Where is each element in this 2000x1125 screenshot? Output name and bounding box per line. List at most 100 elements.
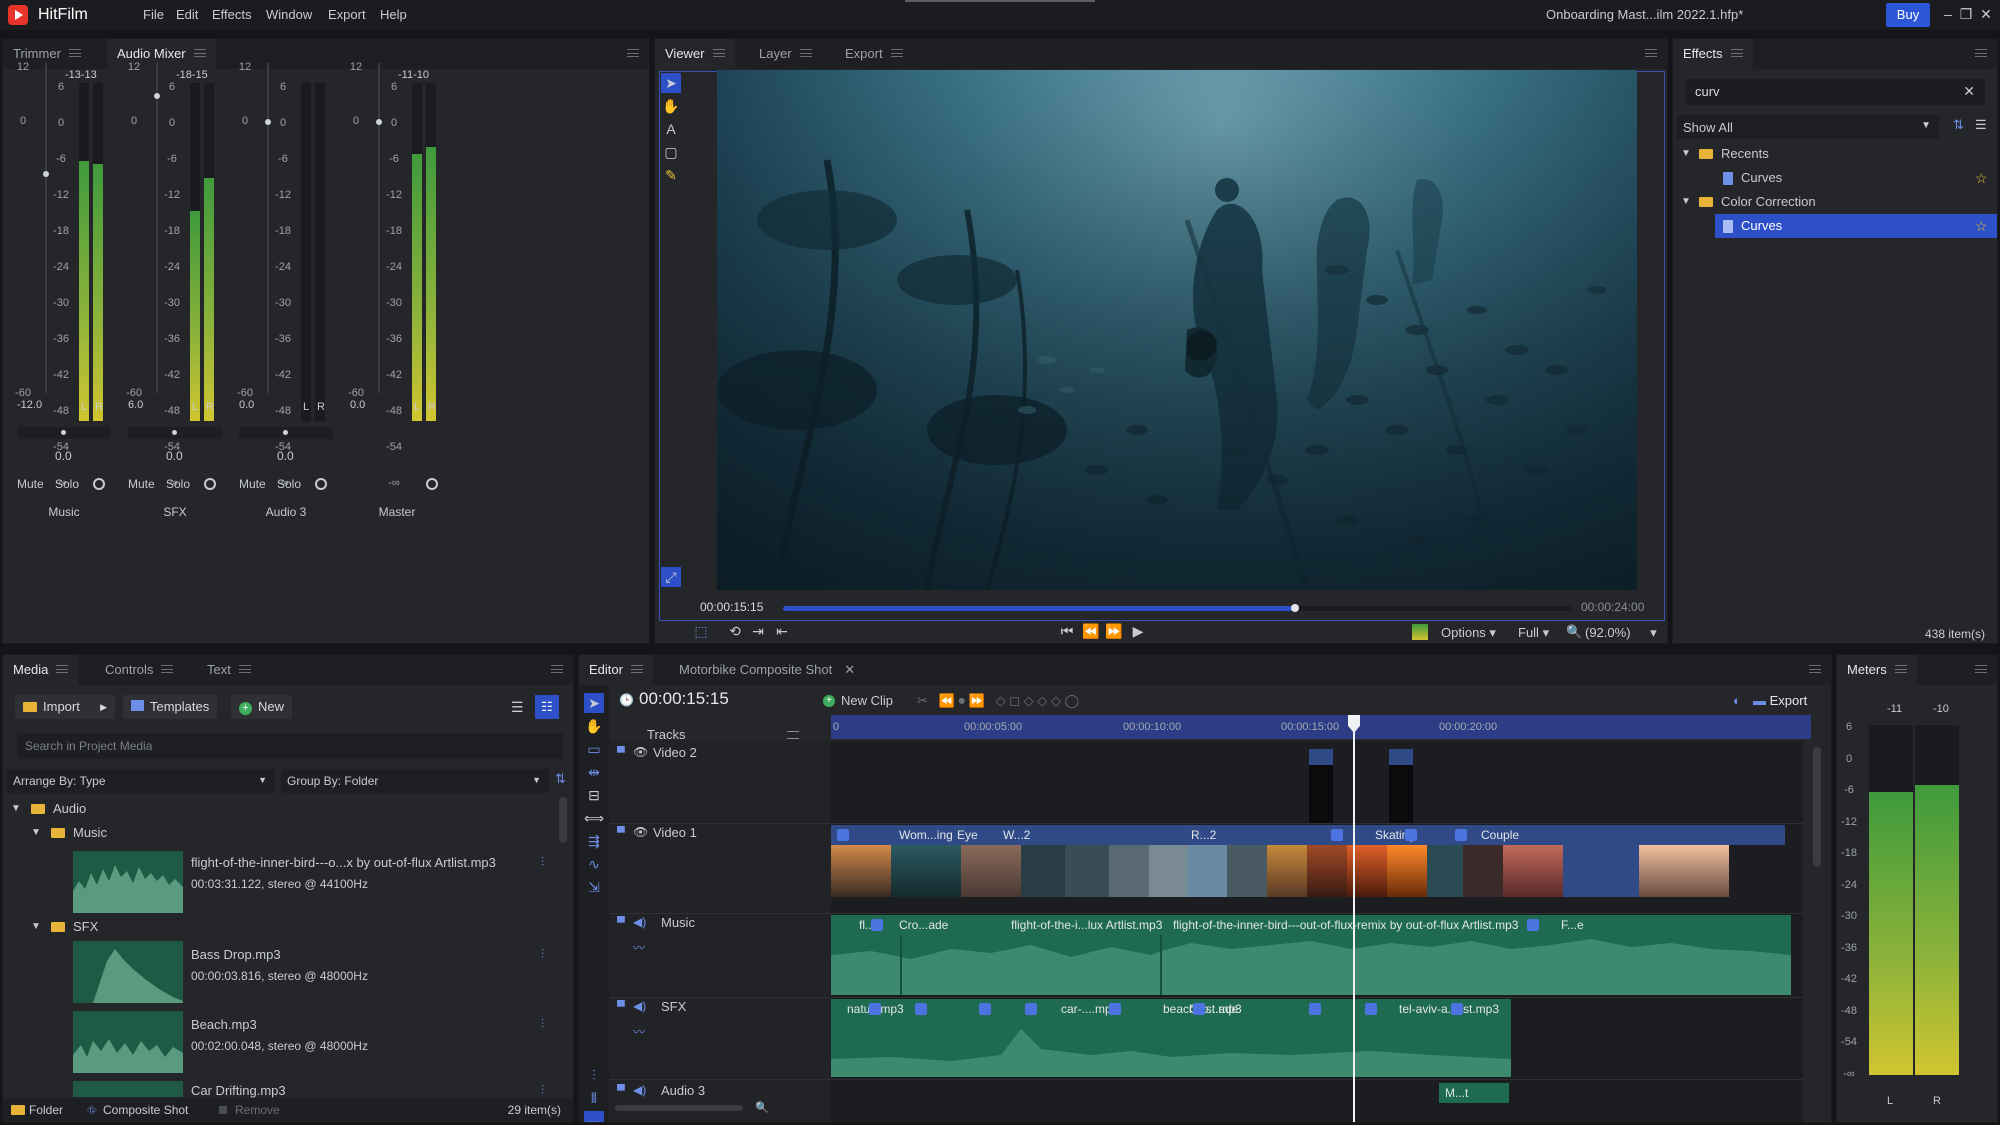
hand-tool-icon[interactable]: ✋: [584, 716, 604, 736]
clip-link-icon[interactable]: [979, 1003, 991, 1015]
viewer-scrub-handle[interactable]: [1291, 604, 1300, 612]
tree-item-curves-recent[interactable]: Curves ☆: [1673, 166, 1997, 190]
speaker-icon[interactable]: ◀): [633, 999, 646, 1013]
fader-track[interactable]: [267, 63, 269, 393]
speaker-icon[interactable]: ◀): [633, 915, 646, 929]
record-arm-icon[interactable]: [315, 478, 327, 490]
record-arm-icon[interactable]: [426, 478, 438, 490]
clip-link-icon[interactable]: [871, 919, 883, 931]
tab-meters[interactable]: Meters: [1837, 655, 1917, 685]
tab-composite-shot[interactable]: Motorbike Composite Shot ✕: [669, 655, 865, 685]
clip-link-icon[interactable]: [1309, 1003, 1321, 1015]
new-composite-button[interactable]: Composite Shot: [103, 1103, 188, 1117]
clip-link-icon[interactable]: [1527, 919, 1539, 931]
slip-tool-icon[interactable]: ▭: [584, 739, 604, 759]
mute-button[interactable]: Mute: [17, 477, 44, 491]
clip-link-icon[interactable]: [1455, 829, 1467, 841]
timeline-playhead[interactable]: [1353, 715, 1355, 1122]
solo-button[interactable]: Solo: [166, 477, 190, 491]
clear-search-icon[interactable]: ✕: [1963, 83, 1975, 100]
curve-tool-icon[interactable]: ∿: [584, 854, 604, 874]
tab-editor[interactable]: Editor: [579, 655, 653, 685]
audio-levels-icon[interactable]: ⫴: [584, 1088, 604, 1108]
waveform-toggle-icon[interactable]: 〰: [633, 1023, 645, 1040]
clip-link-icon[interactable]: [1451, 1003, 1463, 1015]
pan-knob[interactable]: [283, 430, 288, 435]
import-button[interactable]: Import ▶: [15, 695, 115, 719]
skip-start-icon[interactable]: ⏮: [1057, 621, 1077, 641]
media-folder-audio[interactable]: ▼ Audio: [3, 797, 573, 821]
clip-link-icon[interactable]: [1193, 1003, 1205, 1015]
pan-knob[interactable]: [61, 430, 66, 435]
close-icon[interactable]: ✕: [1978, 4, 1994, 24]
ripple-tool-icon[interactable]: ⊟: [584, 785, 604, 805]
audio-mixer-toggle-icon[interactable]: ⫶: [584, 1065, 604, 1085]
panel-menu-icon[interactable]: [1975, 665, 1987, 673]
sort-icon[interactable]: ⇅: [555, 771, 566, 787]
step-back-icon[interactable]: ⏪: [1081, 621, 1101, 641]
tab-viewer[interactable]: Viewer: [655, 39, 735, 69]
mute-button[interactable]: Mute: [239, 477, 266, 491]
fader-track[interactable]: [378, 63, 380, 393]
output-icon[interactable]: ⇤: [772, 621, 792, 641]
rate-stretch-icon[interactable]: ⇶: [584, 831, 604, 851]
fit-view-icon[interactable]: ⤢: [661, 567, 681, 587]
effects-search-input[interactable]: curv ✕: [1685, 79, 1985, 105]
loop-region-icon[interactable]: ⬚: [691, 621, 711, 641]
clip-link-icon[interactable]: [1109, 1003, 1121, 1015]
clip-link-icon[interactable]: [1025, 1003, 1037, 1015]
tree-folder-color-correction[interactable]: ▼ Color Correction: [1673, 190, 1997, 214]
timeline-vertical-scrollbar[interactable]: [1813, 747, 1821, 867]
track-view-icon[interactable]: ▬: [584, 1111, 604, 1122]
effects-filter-dropdown[interactable]: Show All ▼: [1677, 115, 1939, 139]
detail-view-icon[interactable]: ☷: [535, 695, 559, 719]
zoom-in-icon[interactable]: 🔍: [755, 1101, 769, 1114]
restore-icon[interactable]: ❐: [1958, 4, 1974, 24]
timeline-clip[interactable]: [1309, 749, 1333, 823]
export-button[interactable]: ▬ Export: [1753, 693, 1807, 708]
new-folder-button[interactable]: Folder: [29, 1103, 63, 1117]
menu-help[interactable]: Help: [380, 0, 407, 30]
text-tool-icon[interactable]: A: [661, 119, 681, 139]
timeline-transport-icons[interactable]: ✂ ⏪ ⏺ ⏩ ◇ ◻ ◇ ◇ ◇ ◯: [917, 693, 1079, 709]
tab-export[interactable]: Export: [835, 39, 913, 69]
record-arm-icon[interactable]: [93, 478, 105, 490]
fader-track[interactable]: [156, 63, 158, 393]
audio-properties-icon[interactable]: ⫶: [541, 947, 544, 962]
tab-media[interactable]: Media: [3, 655, 79, 685]
panel-menu-icon[interactable]: [1809, 665, 1821, 673]
snapshot-icon[interactable]: ⇥: [748, 621, 768, 641]
clip-link-icon[interactable]: [837, 829, 849, 841]
minimize-icon[interactable]: –: [1940, 4, 1956, 24]
viewer-zoom-dropdown[interactable]: (92.0%) ▾: [1585, 625, 1657, 641]
waveform-toggle-icon[interactable]: 〰: [633, 939, 645, 956]
viewer-quality-dropdown[interactable]: Full ▾: [1518, 625, 1549, 641]
viewer-options-dropdown[interactable]: Options ▾: [1441, 625, 1496, 641]
clip-link-icon[interactable]: [915, 1003, 927, 1015]
clip-link-icon[interactable]: [1331, 829, 1343, 841]
viewer-scrub-bar[interactable]: [783, 604, 1571, 612]
menu-window[interactable]: Window: [266, 0, 312, 30]
remove-button[interactable]: Remove: [235, 1103, 280, 1117]
fader-knob[interactable]: [154, 93, 160, 99]
tree-item-curves-selected[interactable]: Curves ☆: [1715, 214, 1997, 238]
step-forward-icon[interactable]: ⏩: [1104, 621, 1124, 641]
panel-menu-icon[interactable]: [551, 665, 563, 673]
visibility-eye-icon[interactable]: 👁: [633, 745, 648, 759]
buy-button[interactable]: Buy: [1886, 3, 1930, 27]
media-search-input[interactable]: Search in Project Media: [17, 733, 563, 759]
mask-tool-icon[interactable]: ▢: [661, 142, 681, 162]
panel-menu-icon[interactable]: [1975, 49, 1987, 57]
tab-controls[interactable]: Controls: [95, 655, 183, 685]
select-tool-icon[interactable]: ➤: [661, 73, 681, 93]
roll-tool-icon[interactable]: ⟺: [584, 808, 604, 828]
solo-button[interactable]: Solo: [55, 477, 79, 491]
visibility-eye-icon[interactable]: 👁: [633, 825, 648, 839]
clip-link-icon[interactable]: [869, 1003, 881, 1015]
slide-tool-icon[interactable]: ⇹: [584, 762, 604, 782]
media-item[interactable]: Car Drifting.mp3 ⫶: [3, 1079, 555, 1099]
hand-tool-icon[interactable]: ✋: [661, 96, 681, 116]
audio-properties-icon[interactable]: ⫶: [541, 855, 544, 870]
list-view-icon[interactable]: ☰: [1975, 117, 1987, 133]
list-view-icon[interactable]: ☰: [511, 699, 524, 716]
